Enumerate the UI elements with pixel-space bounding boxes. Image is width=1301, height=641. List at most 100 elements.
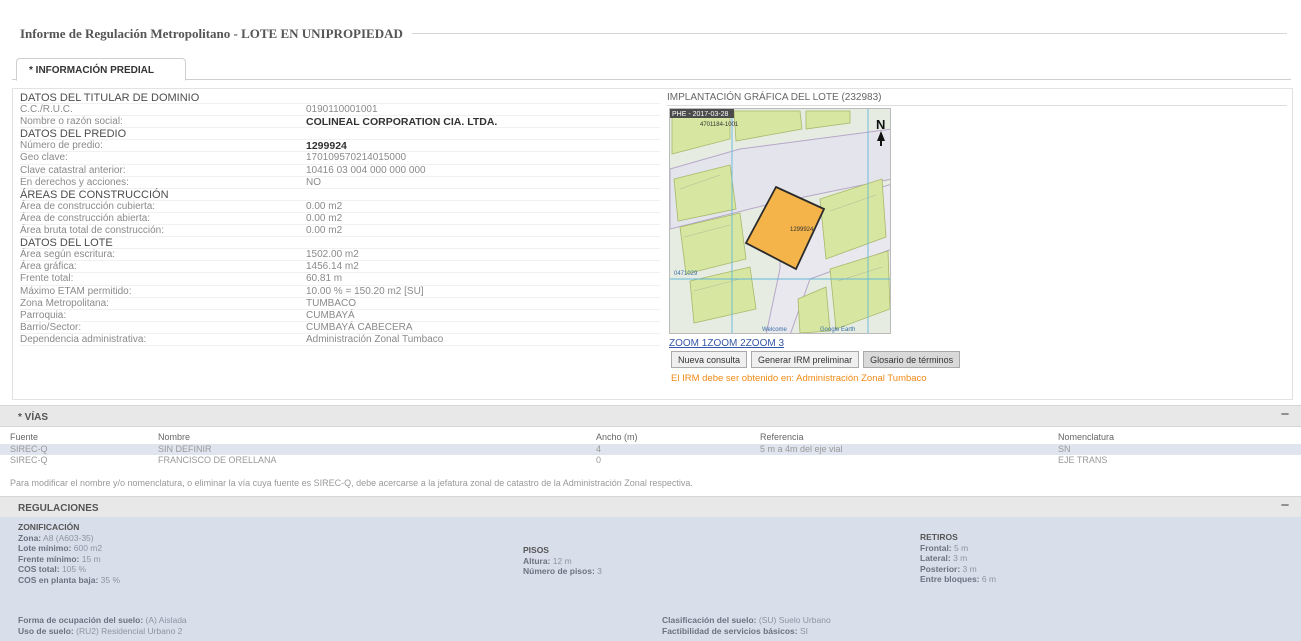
info-row: Zona Metropolitana: TUMBACO bbox=[20, 298, 660, 310]
tab-informacion-predial[interactable]: * INFORMACIÓN PREDIAL bbox=[16, 58, 186, 81]
zoom-2-link[interactable]: ZOOM 2 bbox=[707, 338, 745, 349]
zonificacion-heading: ZONIFICACIÓN bbox=[18, 522, 80, 532]
regulaciones-section-bar[interactable]: REGULACIONES − bbox=[0, 496, 1301, 518]
info-row: Máximo ETAM permitido: 10.00 % = 150.20 m… bbox=[20, 286, 660, 298]
regulation-key: Uso de suelo: bbox=[18, 625, 74, 636]
vias-section-bar[interactable]: * VÍAS − bbox=[0, 405, 1301, 427]
map-side-label: 0471029 bbox=[674, 271, 698, 277]
regulation-key: Entre bloques: bbox=[920, 574, 980, 584]
informacion-predial-panel: DATOS DEL TITULAR DE DOMINIO C.C./R.U.C. 0… bbox=[12, 88, 1293, 400]
info-section-heading: ÁREAS DE CONSTRUCCIÓN bbox=[20, 189, 660, 201]
vias-col-fuente: Fuente bbox=[10, 432, 39, 442]
map-header: IMPLANTACIÓN GRÁFICA DEL LOTE (232983) bbox=[667, 92, 1287, 106]
regulation-key: Forma de ocupación del suelo: bbox=[18, 615, 144, 625]
retiros-block: RETIROS Frontal: 5 m Lateral: 3 m Posterio… bbox=[920, 532, 996, 585]
vias-table: Fuente Nombre Ancho (m) Referencia Nomen… bbox=[0, 432, 1301, 467]
clasificacion-block: Clasificación del suelo: (SU) Suelo Urba… bbox=[662, 615, 831, 636]
regulation-item: Zona: A8 (A603-35) bbox=[18, 533, 120, 544]
page-title: Informe de Regulación Metropolitano - LO… bbox=[20, 26, 403, 41]
regulation-key: Clasificación del suelo: bbox=[662, 615, 757, 625]
info-row: Área de construcción cubierta: 0.00 m2 bbox=[20, 201, 660, 213]
vias-col-referencia: Referencia bbox=[760, 432, 804, 442]
regulation-item: COS total: 105 % bbox=[18, 564, 120, 575]
info-row: Clave catastral anterior: 10416 03 004 00… bbox=[20, 165, 660, 177]
regulaciones-collapse-icon[interactable]: − bbox=[1277, 498, 1293, 514]
vias-note: Para modificar el nombre y/o nomenclatur… bbox=[10, 478, 693, 488]
regulation-item: Lateral: 3 m bbox=[920, 553, 996, 564]
regulation-item: Factibilidad de servicios básicos: SI bbox=[662, 626, 831, 637]
pisos-block: PISOS Altura: 12 m Número de pisos: 3 bbox=[523, 545, 602, 577]
new-query-button[interactable]: Nueva consulta bbox=[671, 351, 748, 368]
row-divider bbox=[20, 344, 660, 346]
regulation-value: 6 m bbox=[981, 574, 997, 584]
info-row: Dependencia administrativa: Administració… bbox=[20, 334, 660, 346]
info-row: Área gráfica: 1456.14 m2 bbox=[20, 261, 660, 274]
glossary-button[interactable]: Glosario de términos bbox=[863, 351, 961, 368]
info-row: Número de predio: 1299924 bbox=[20, 140, 660, 153]
zoom-links: ZOOM 1ZOOM 2ZOOM 3 bbox=[669, 338, 784, 349]
info-row: Parroquia: CUMBAYÁ bbox=[20, 310, 660, 322]
retiros-heading: RETIROS bbox=[920, 532, 958, 542]
info-row: C.C./R.U.C. 0190110001001 bbox=[20, 104, 660, 117]
zoom-1-link[interactable]: ZOOM 1 bbox=[669, 338, 707, 349]
regulation-key: Número de pisos: bbox=[523, 566, 595, 576]
regulation-key: Zona: bbox=[18, 532, 42, 543]
ocupacion-block: Forma de ocupación del suelo: (A) Aislad… bbox=[18, 615, 187, 636]
regulation-value: 5 m bbox=[954, 542, 969, 553]
vias-header-row: Fuente Nombre Ancho (m) Referencia Nomen… bbox=[0, 432, 1301, 444]
map-top-label: PHE - 2017-03-28 bbox=[672, 111, 729, 118]
vias-collapse-icon[interactable]: − bbox=[1277, 407, 1293, 423]
table-row[interactable]: SIREC-Q SIN DEFINIR 4 5 m a 4m del eje v… bbox=[0, 443, 1301, 455]
vias-cell: SIREC-Q bbox=[10, 443, 48, 454]
regulation-value: SI bbox=[799, 625, 808, 636]
regulation-key: COS en planta baja: bbox=[18, 574, 99, 585]
map-lot-label-top: 4701184-1001 bbox=[700, 122, 739, 128]
vias-cell: SIREC-Q bbox=[10, 455, 48, 465]
info-row: Área según escritura: 1502.00 m2 bbox=[20, 249, 660, 262]
regulation-key: Factibilidad de servicios básicos: bbox=[662, 625, 798, 636]
title-divider bbox=[412, 33, 1287, 34]
regulation-value: 600 m2 bbox=[73, 543, 103, 553]
vias-col-nomenclatura: Nomenclatura bbox=[1058, 432, 1115, 442]
regulation-value: 105 % bbox=[61, 564, 87, 574]
map-bottom-label-1: Welcome bbox=[762, 327, 788, 333]
regulation-item: Altura: 12 m bbox=[523, 556, 602, 567]
regulation-item: Posterior: 3 m bbox=[920, 564, 996, 575]
irm-warning: El IRM debe ser obtenido en: Administrac… bbox=[671, 373, 927, 384]
info-row: Barrio/Sector: CUMBAYÁ CABECERA bbox=[20, 322, 660, 334]
regulation-value: 3 bbox=[597, 566, 602, 576]
regulation-key: COS total: bbox=[18, 564, 60, 574]
regulation-key: Frente mínimo: bbox=[18, 553, 80, 564]
regulation-value: 15 m bbox=[81, 553, 101, 564]
lot-map[interactable]: PHE - 2017-03-28 4701184-1001 1299924 04… bbox=[669, 108, 891, 334]
vias-cell: EJE TRANS bbox=[1058, 455, 1108, 465]
info-section-heading: DATOS DEL LOTE bbox=[20, 237, 660, 250]
regulation-item: Clasificación del suelo: (SU) Suelo Urba… bbox=[662, 615, 831, 626]
regulation-key: Lateral: bbox=[920, 553, 951, 563]
regulation-item: Forma de ocupación del suelo: (A) Aislad… bbox=[18, 615, 187, 626]
regulation-item: Número de pisos: 3 bbox=[523, 566, 602, 577]
info-row: Nombre o razón social: COLINEAL CORPORATI… bbox=[20, 116, 660, 129]
regulation-item: Lote mínimo: 600 m2 bbox=[18, 543, 120, 554]
regulation-value: 3 m bbox=[953, 553, 968, 563]
page-header: Informe de Regulación Metropolitano - LO… bbox=[0, 0, 1301, 48]
svg-text:N: N bbox=[876, 117, 885, 132]
regulation-value: 35 % bbox=[100, 574, 121, 585]
info-row: Geo clave: 170109570214015000 bbox=[20, 152, 660, 165]
vias-title: * VÍAS bbox=[18, 412, 49, 423]
info-row: Área bruta total de construcción: 0.00 m2 bbox=[20, 225, 660, 238]
generate-irm-button[interactable]: Generar IRM preliminar bbox=[751, 351, 860, 368]
info-row: En derechos y acciones: NO bbox=[20, 177, 660, 189]
regulation-item: Frontal: 5 m bbox=[920, 543, 996, 554]
vias-cell: 5 m a 4m del eje vial bbox=[760, 443, 843, 454]
map-buttons: Nueva consulta Generar IRM preliminar Gl… bbox=[671, 351, 961, 368]
vias-cell: SN bbox=[1058, 443, 1071, 454]
zoom-3-link[interactable]: ZOOM 3 bbox=[746, 338, 784, 349]
info-section-heading: DATOS DEL PREDIO bbox=[20, 128, 660, 141]
regulation-key: Lote mínimo: bbox=[18, 543, 72, 553]
pisos-heading: PISOS bbox=[523, 545, 549, 555]
regulation-value: (SU) Suelo Urbano bbox=[758, 615, 831, 625]
regulation-value: A8 (A603-35) bbox=[43, 532, 94, 543]
table-row[interactable]: SIREC-Q FRANCISCO DE ORELLANA 0 EJE TRAN… bbox=[0, 455, 1301, 467]
vias-cell: 4 bbox=[596, 443, 602, 454]
